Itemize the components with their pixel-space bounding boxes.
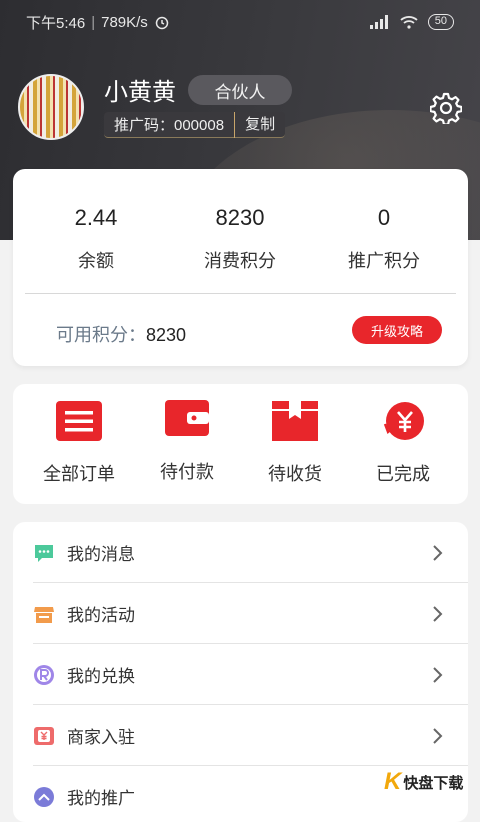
promo-points-label: 推广积分 <box>348 251 420 271</box>
watermark-k: K <box>384 768 402 795</box>
share-icon <box>34 786 54 807</box>
status-time: 下午5:46 <box>26 14 86 32</box>
package-icon <box>272 401 318 441</box>
order-completed-label: 已完成 <box>376 464 430 484</box>
balance-value: 2.44 <box>74 205 118 230</box>
status-separator: | <box>91 13 96 31</box>
partner-badge: 合伙人 <box>188 75 292 105</box>
consume-points-label: 消费积分 <box>204 251 276 271</box>
status-right-group: 50 <box>369 14 454 30</box>
consume-points-value: 8230 <box>215 205 265 230</box>
balance-label: 余额 <box>78 251 114 271</box>
message-icon <box>35 544 53 562</box>
menu-label-promotion: 我的推广 <box>67 789 135 808</box>
gear-icon[interactable] <box>430 92 462 124</box>
available-points-value: 8230 <box>146 325 187 345</box>
menu-label-merchant-join: 商家入驻 <box>67 728 135 747</box>
shop-icon <box>34 606 54 623</box>
menu-label-exchange: 我的兑换 <box>67 667 135 686</box>
promo-code: 推广码：000008 <box>114 117 225 134</box>
stats-card: 2.44 余额 8230 消费积分 0 推广积分 可用积分：8230 升级攻略 <box>13 169 468 366</box>
promo-code-box: 推广码：000008 复制 <box>104 111 286 138</box>
menu-item-messages[interactable]: 我的消息 <box>13 522 468 583</box>
menu-label-messages: 我的消息 <box>67 545 135 564</box>
network-speed: 789K/s <box>101 13 148 31</box>
order-all-button[interactable]: 全部订单 <box>24 384 134 504</box>
menu-item-activities[interactable]: 我的活动 <box>13 583 468 644</box>
promo-points-value: 0 <box>377 205 391 230</box>
yuan-card-icon <box>34 726 54 745</box>
menu-item-exchange[interactable]: 我的兑换 <box>13 644 468 705</box>
chevron-right-icon <box>433 605 443 622</box>
yuan-refund-icon <box>383 402 424 440</box>
exchange-r-icon <box>34 664 54 685</box>
watermark-logo: K 快盘下载 <box>384 766 478 798</box>
avatar[interactable] <box>18 74 84 140</box>
status-bar: 下午5:46 | 789K/s 50 <box>0 0 480 44</box>
list-icon <box>56 401 102 441</box>
order-pending-receipt-label: 待收货 <box>268 464 322 484</box>
menu-label-activities: 我的活动 <box>67 606 135 625</box>
username: 小黄黄 <box>104 79 176 106</box>
signal-icon <box>369 15 388 29</box>
available-points-label: 可用积分： <box>56 325 146 345</box>
order-pending-receipt-button[interactable]: 待收货 <box>240 384 350 504</box>
wallet-icon <box>165 400 209 436</box>
wifi-icon <box>400 16 418 29</box>
chevron-right-icon <box>433 544 443 561</box>
chevron-right-icon <box>433 727 443 744</box>
upgrade-guide-button[interactable]: 升级攻略 <box>352 316 442 344</box>
order-all-label: 全部订单 <box>43 464 115 484</box>
order-pending-payment-label: 待付款 <box>160 462 214 482</box>
orders-card: 全部订单 待付款 待收货 已完成 <box>13 384 468 504</box>
battery-indicator: 50 <box>427 14 454 30</box>
watermark-text: 快盘下载 <box>403 774 464 792</box>
stats-divider <box>25 293 456 294</box>
menu-item-merchant-join[interactable]: 商家入驻 <box>13 705 468 766</box>
available-points: 可用积分：8230 <box>56 321 186 347</box>
alarm-icon <box>155 16 169 30</box>
chevron-right-icon <box>433 666 443 683</box>
order-completed-button[interactable]: 已完成 <box>348 384 458 504</box>
order-pending-payment-button[interactable]: 待付款 <box>132 384 242 504</box>
copy-button[interactable]: 复制 <box>234 111 285 138</box>
